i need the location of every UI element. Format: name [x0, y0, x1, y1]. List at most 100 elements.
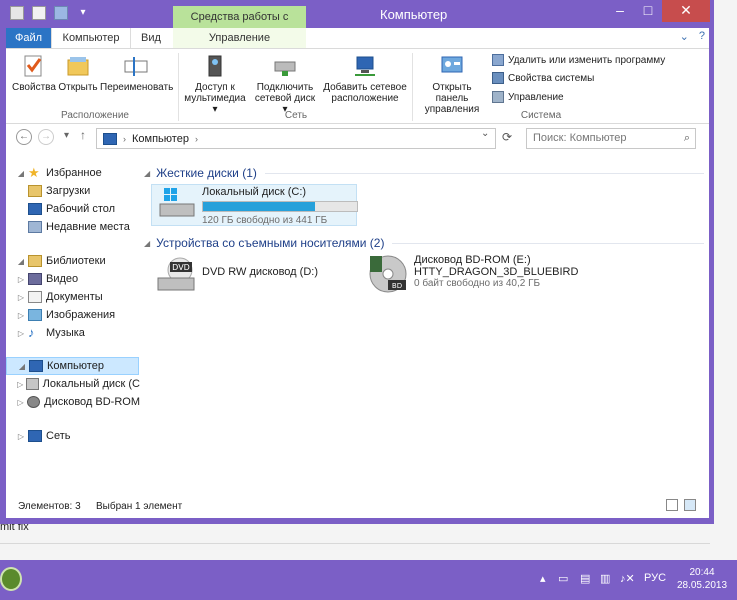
- up-icon[interactable]: ↑: [80, 128, 86, 142]
- disk-tools-context-label: Средства работы с дисками: [173, 6, 306, 45]
- nav-favorites[interactable]: ◢ ★ Избранное: [6, 164, 140, 182]
- taskbar: ▴ ▭ ▤ ▥ ♪✕ РУС 20:44 28.05.2013: [0, 560, 737, 600]
- title-bar[interactable]: ▾ Средства работы с дисками Компьютер – …: [0, 0, 714, 45]
- clock[interactable]: 20:44 28.05.2013: [672, 566, 732, 592]
- section-title: Жесткие диски (1): [156, 166, 257, 180]
- nav-desktop[interactable]: Рабочий стол: [6, 200, 140, 218]
- address-input[interactable]: › Компьютер ›: [96, 128, 496, 149]
- uninstall-label: Удалить или изменить программу: [508, 54, 666, 66]
- search-input[interactable]: Поиск: Компьютер ⌕: [526, 128, 696, 149]
- volume-muted-icon[interactable]: ♪✕: [620, 572, 635, 585]
- collapse-icon[interactable]: ◢: [16, 169, 26, 178]
- back-button[interactable]: ←: [16, 129, 32, 145]
- nav-label: Рабочий стол: [46, 203, 116, 215]
- tab-view[interactable]: Вид: [131, 28, 171, 48]
- nav-documents[interactable]: ▷ Документы: [6, 288, 140, 306]
- maximize-button[interactable]: □: [634, 0, 662, 22]
- desktop-icon: [28, 203, 42, 215]
- nav-libraries[interactable]: ◢ Библиотеки: [6, 252, 140, 270]
- help-icon[interactable]: ?: [699, 30, 705, 43]
- minimize-button[interactable]: –: [606, 0, 634, 22]
- properties-button[interactable]: Свойства: [12, 53, 56, 93]
- expand-icon[interactable]: ▷: [16, 329, 26, 338]
- nav-downloads[interactable]: Загрузки: [6, 182, 140, 200]
- nav-video[interactable]: ▷ Видео: [6, 270, 140, 288]
- removable-header[interactable]: ◢ Устройства со съемными носителями (2): [144, 236, 704, 250]
- programs-icon: [492, 54, 504, 66]
- nav-label: Дисковод BD-ROM: [44, 396, 140, 408]
- hard-disks-header[interactable]: ◢ Жесткие диски (1): [144, 166, 704, 180]
- nav-network[interactable]: ▷ Сеть: [6, 427, 140, 445]
- recent-locations-icon[interactable]: ▾: [64, 130, 69, 141]
- large-icons-view-icon[interactable]: [684, 499, 696, 511]
- nav-images[interactable]: ▷ Изображения: [6, 306, 140, 324]
- nav-music[interactable]: ▷ ♪ Музыка: [6, 324, 140, 342]
- chevron-right-icon: ›: [123, 133, 126, 144]
- nav-computer[interactable]: ◢ Компьютер: [6, 357, 139, 375]
- video-icon: [28, 273, 42, 285]
- expand-icon[interactable]: ▷: [16, 311, 26, 320]
- expand-icon[interactable]: ▷: [16, 398, 25, 407]
- nav-label: Компьютер: [47, 360, 104, 372]
- drive-bd-space: 0 байт свободно из 40,2 ГБ: [414, 278, 541, 289]
- collapse-ribbon-icon[interactable]: ⌄: [680, 30, 689, 43]
- clock-time: 20:44: [689, 567, 715, 578]
- nav-bd-drive[interactable]: ▷ Дисковод BD-ROM: [6, 393, 140, 411]
- bd-disc-icon: BD: [368, 254, 408, 293]
- properties-quick-icon[interactable]: [10, 6, 24, 20]
- expand-icon[interactable]: ▷: [16, 293, 26, 302]
- refresh-icon[interactable]: ⟳: [502, 130, 512, 144]
- computer-icon: [29, 360, 43, 372]
- add-network-location-button[interactable]: Добавить сетевое расположение: [320, 53, 410, 104]
- folder-quick-icon[interactable]: [54, 6, 68, 20]
- drive-dvd-name: DVD RW дисковод (D:): [202, 266, 318, 278]
- system-properties-link[interactable]: Свойства системы: [492, 72, 594, 84]
- details-view-icon[interactable]: [666, 499, 678, 511]
- tab-computer[interactable]: Компьютер: [51, 28, 131, 48]
- uninstall-program-link[interactable]: Удалить или изменить программу: [492, 54, 665, 66]
- nav-label: Локальный диск (C: [42, 378, 140, 390]
- drive-c-usage-fill: [203, 202, 316, 211]
- open-button[interactable]: Открыть: [58, 53, 98, 93]
- system-icon: [492, 72, 504, 84]
- utorrent-icon[interactable]: [0, 567, 22, 591]
- expand-icon[interactable]: ▷: [16, 380, 24, 389]
- expand-icon[interactable]: ▷: [16, 432, 26, 441]
- address-dropdown-icon[interactable]: ⌄: [481, 128, 489, 139]
- drive-bd[interactable]: BD Дисковод BD-ROM (E:) HTTY_DRAGON_3D_B…: [368, 254, 578, 293]
- main-area: ◢ ★ Избранное Загрузки Рабочий стол Недавн…: [6, 152, 709, 492]
- collapse-icon[interactable]: ◢: [17, 362, 27, 371]
- map-drive-button[interactable]: Подключить сетевой диск ▾: [252, 53, 318, 115]
- keyboard-tray-icon[interactable]: ▭: [558, 572, 568, 585]
- status-bar: Элементов: 3 Выбран 1 элемент: [6, 492, 709, 518]
- drive-dvd[interactable]: DVD DVD RW дисковод (D:): [156, 256, 318, 292]
- forward-button[interactable]: →: [38, 129, 54, 145]
- chevron-right-icon: ›: [194, 133, 198, 144]
- signal-tray-icon[interactable]: ▥: [600, 572, 610, 585]
- collapse-icon: ◢: [144, 168, 151, 178]
- new-folder-quick-icon[interactable]: [32, 6, 46, 20]
- tab-file[interactable]: Файл: [6, 28, 51, 48]
- nav-recent[interactable]: Недавние места: [6, 218, 140, 236]
- media-access-button[interactable]: Доступ к мультимедиа ▾: [182, 53, 248, 115]
- expand-icon[interactable]: ▷: [16, 275, 26, 284]
- ribbon-controls: ⌄ ?: [680, 30, 705, 43]
- drive-c-name: Локальный диск (C:): [202, 186, 307, 198]
- control-panel-button[interactable]: Открыть панель управления: [416, 53, 488, 115]
- section-title: Устройства со съемными носителями (2): [156, 236, 385, 250]
- rename-button[interactable]: Переименовать: [100, 53, 173, 93]
- language-indicator[interactable]: РУС: [644, 572, 666, 584]
- search-icon: ⌕: [683, 132, 690, 144]
- manage-link[interactable]: Управление: [492, 91, 564, 103]
- network-tray-icon[interactable]: ▤: [580, 572, 590, 585]
- nav-local-disk[interactable]: ▷ Локальный диск (C: [6, 375, 140, 393]
- collapse-icon[interactable]: ◢: [16, 257, 26, 266]
- nav-label: Сеть: [46, 430, 71, 442]
- close-button[interactable]: ✕: [662, 0, 710, 22]
- svg-text:BD: BD: [392, 282, 402, 290]
- nav-label: Видео: [46, 273, 79, 285]
- show-hidden-icons[interactable]: ▴: [540, 572, 546, 585]
- drive-c[interactable]: Локальный диск (C:) 120 ГБ свободно из 4…: [156, 186, 358, 227]
- tab-manage[interactable]: Управление: [173, 28, 306, 48]
- customize-dropdown-icon[interactable]: ▾: [76, 6, 90, 20]
